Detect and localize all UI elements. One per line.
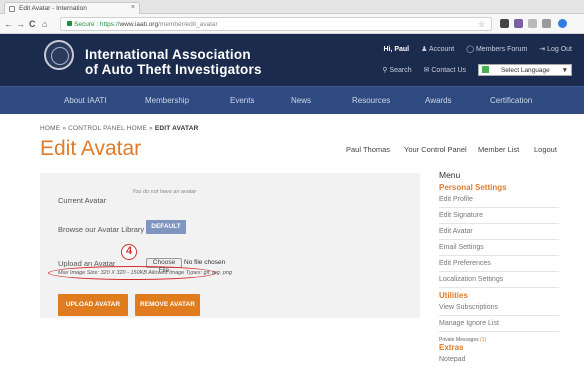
nav-news[interactable]: News: [291, 96, 311, 105]
main-nav: About IAATI Membership Events News Resou…: [0, 86, 584, 114]
nav-certification[interactable]: Certification: [490, 96, 532, 105]
pen-extension-icon[interactable]: [514, 19, 523, 28]
org-name-line2: of Auto Theft Investigators: [85, 62, 262, 77]
sidebar-item-localization[interactable]: Localization Settings: [439, 272, 559, 288]
url-host: www.iaati.org: [119, 21, 159, 28]
translate-icon: [481, 66, 489, 73]
settings-sidebar: Menu Personal Settings Edit Profile Edit…: [439, 170, 559, 367]
personal-settings-heading: Personal Settings: [439, 183, 507, 192]
extension-icon[interactable]: [500, 19, 509, 28]
nav-resources[interactable]: Resources: [352, 96, 390, 105]
nav-events[interactable]: Events: [230, 96, 254, 105]
remove-avatar-button[interactable]: REMOVE AVATAR: [135, 294, 200, 316]
address-bar[interactable]: Secure | https://www.iaati.org/member/ed…: [60, 17, 492, 31]
sidebar-item-subscriptions[interactable]: View Subscriptions: [439, 300, 559, 316]
sidebar-item-ignore-list[interactable]: Manage Ignore List: [439, 316, 559, 332]
url-scheme: https://: [99, 21, 120, 28]
home-icon[interactable]: ⌂: [42, 18, 47, 30]
bookmark-star-icon[interactable]: ☆: [478, 20, 485, 29]
annotation-highlight-ellipse: [48, 266, 216, 280]
sidebar-item-edit-profile[interactable]: Edit Profile: [439, 192, 559, 208]
control-panel-link[interactable]: Your Control Panel: [404, 145, 467, 154]
user-name-link[interactable]: Paul Thomas: [346, 145, 390, 154]
default-avatar-button[interactable]: DEFAULT: [146, 220, 186, 234]
select-language-dropdown[interactable]: Select Language ▼: [477, 64, 572, 76]
iaati-logo[interactable]: [44, 40, 74, 70]
current-avatar-label: Current Avatar: [58, 196, 107, 205]
log-out-link[interactable]: ⇥ Log Out: [539, 46, 572, 53]
sidebar-item-edit-signature[interactable]: Edit Signature: [439, 208, 559, 224]
browser-tab[interactable]: Edit Avatar - Internation ×: [4, 2, 140, 14]
reload-icon[interactable]: C: [29, 18, 36, 30]
member-list-link[interactable]: Member List: [478, 145, 519, 154]
breadcrumb-separator: »: [60, 125, 69, 132]
upload-avatar-button[interactable]: UPLOAD AVATAR: [58, 294, 128, 316]
org-name-line1: International Association: [85, 47, 251, 62]
extras-heading: Extras: [439, 343, 464, 352]
site-header: International Association of Auto Theft …: [0, 34, 584, 86]
chevron-down-icon: ▼: [561, 67, 568, 74]
tab-title: Edit Avatar - Internation: [19, 5, 87, 12]
extension-icon[interactable]: [528, 19, 537, 28]
contact-us-link[interactable]: ✉ Contact Us: [424, 67, 466, 74]
sidebar-item-edit-avatar[interactable]: Edit Avatar: [439, 224, 559, 240]
no-file-chosen-text: No file chosen: [184, 259, 226, 266]
url-path: /member/edit_avatar: [158, 21, 218, 28]
annotation-step-badge: 4: [121, 244, 137, 260]
breadcrumb: HOME » CONTROL PANEL HOME » EDIT AVATAR: [40, 125, 199, 132]
header-user-links: Hi, Paul ♟ Account ◯ Members Forum ⇥ Log…: [383, 45, 572, 53]
logout-link[interactable]: Logout: [534, 145, 557, 154]
account-link[interactable]: ♟ Account: [421, 46, 454, 53]
page-title: Edit Avatar: [40, 137, 142, 160]
extension-icon[interactable]: [542, 19, 551, 28]
back-arrow-icon[interactable]: ←: [4, 18, 13, 30]
pm-count-badge: (1): [480, 337, 487, 343]
page-favicon-icon: [9, 6, 15, 12]
nav-membership[interactable]: Membership: [145, 96, 189, 105]
browser-tab-strip: Edit Avatar - Internation ×: [0, 0, 584, 14]
breadcrumb-home[interactable]: HOME: [40, 125, 60, 132]
sidebar-heading: Menu: [439, 170, 461, 180]
nav-about[interactable]: About IAATI: [64, 96, 107, 105]
header-secondary-links: ⚲ Search ✉ Contact Us Select Language ▼: [372, 64, 572, 76]
sidebar-item-edit-preferences[interactable]: Edit Preferences: [439, 256, 559, 272]
forward-arrow-icon[interactable]: →: [16, 18, 25, 30]
extension-icon[interactable]: [558, 19, 567, 28]
sidebar-item-notepad[interactable]: Notepad: [439, 352, 559, 367]
sidebar-item-email-settings[interactable]: Email Settings: [439, 240, 559, 256]
avatar-library-label: Browse our Avatar Library: [58, 225, 145, 234]
breadcrumb-current: EDIT AVATAR: [154, 125, 199, 132]
breadcrumb-separator: »: [146, 125, 155, 132]
secure-label: Secure: [74, 21, 95, 28]
members-forum-link[interactable]: ◯ Members Forum: [466, 46, 527, 53]
lock-icon: [67, 21, 72, 26]
browser-toolbar: ← → C ⌂ Secure | https://www.iaati.org/m…: [0, 14, 584, 34]
breadcrumb-control-panel[interactable]: CONTROL PANEL HOME: [68, 125, 147, 132]
utilities-heading: Utilities: [439, 291, 468, 300]
greeting: Hi, Paul: [383, 46, 410, 53]
search-link[interactable]: ⚲ Search: [382, 67, 411, 74]
no-avatar-text: You do not have an avatar: [132, 189, 197, 195]
nav-awards[interactable]: Awards: [425, 96, 452, 105]
close-tab-icon[interactable]: ×: [131, 4, 135, 11]
